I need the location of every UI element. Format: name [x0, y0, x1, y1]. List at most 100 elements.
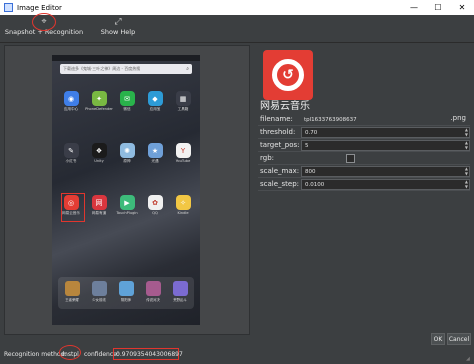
rgb-checkbox[interactable]: [346, 153, 355, 163]
show-help-label: Show Help: [100, 28, 136, 36]
phone-app-icon: ✧ Kindle: [170, 195, 196, 215]
phone-app-label: 光遇: [151, 159, 159, 163]
scale-max-spinbox[interactable]: 800 ▲ ▼: [301, 166, 470, 177]
phone-app-label: Kindle: [177, 211, 189, 215]
phone-status-bar: [52, 55, 200, 61]
maximize-button[interactable]: ☐: [426, 0, 450, 15]
phone-app-tile: ✉: [119, 91, 135, 106]
threshold-stepper[interactable]: ▲ ▼: [465, 127, 468, 137]
target-pos-spinbox[interactable]: 5 ▲ ▼: [301, 140, 470, 151]
phone-app-tile: ✺: [119, 143, 135, 158]
phone-app-icon: ✎ 小红书: [58, 143, 84, 164]
phone-app-icon: ◆ 应用宝: [142, 91, 168, 112]
prop-row-filename: filename: tpl1633763908637 .png: [258, 113, 470, 126]
phone-app-label: 小红书: [65, 159, 77, 163]
phone-dock-tile: [145, 281, 161, 296]
phone-app-tile: ★: [147, 143, 163, 158]
phone-app-icon: 网网易有道: [86, 195, 112, 216]
phone-app-label: QQ: [152, 211, 158, 215]
phone-dock-tile: [172, 281, 188, 296]
scale-max-value: 800: [305, 168, 316, 175]
target-pos-stepper[interactable]: ▲ ▼: [465, 140, 468, 150]
window-title: Image Editor: [17, 3, 62, 12]
toolbar: ⌖ Snapshot + Recognition ⤢ Show Help: [0, 15, 474, 42]
phone-dock-label: 荒野乱斗: [173, 298, 187, 302]
phone-app-label: Unity: [94, 159, 104, 163]
netease-cloud-music-icon: ↺: [272, 59, 304, 91]
phone-dock-tile: [64, 281, 80, 296]
threshold-label: threshold:: [260, 128, 296, 136]
filename-field[interactable]: tpl1633763908637: [301, 114, 470, 125]
phone-dock-label: 王者荣耀: [65, 298, 79, 302]
phone-app-icon: ★ 光遇: [142, 143, 168, 164]
close-button[interactable]: ✕: [450, 0, 474, 15]
phone-app-tile: ▦: [175, 91, 191, 106]
phone-app-label: TouchPlugin: [116, 211, 138, 215]
phone-dock-app: 少女前线: [89, 281, 109, 302]
highlight-ring-method: [59, 345, 81, 360]
recognition-method-label: Recognition method:: [4, 351, 67, 358]
phone-dock-app: 荒野乱斗: [170, 281, 190, 302]
template-preview: ↺: [263, 50, 313, 100]
scale-step-value: 0.0100: [305, 181, 325, 188]
phone-app-tile: ◉: [63, 91, 79, 106]
phone-app-icon: ▦ 工具箱: [170, 91, 196, 112]
phone-app-icon: ✿ QQ: [142, 195, 168, 215]
threshold-spinbox[interactable]: 0.70 ▲ ▼: [301, 127, 470, 138]
rgb-label: rgb:: [260, 154, 274, 162]
phone-app-icon: ◉ 应用中心: [58, 91, 84, 112]
phone-dock-label: 阴阳师: [120, 298, 132, 302]
title-bar: Image Editor — ☐ ✕: [0, 0, 474, 15]
filename-value: tpl1633763908637: [304, 116, 357, 123]
app-icon: [4, 3, 13, 12]
phone-app-label: 原神: [123, 159, 131, 163]
phone-dock-app: 传说对决: [143, 281, 163, 302]
phone-app-label: PhoneDefender: [85, 107, 113, 111]
target-pos-value: 5: [305, 142, 309, 149]
template-app-name: 网易云音乐: [260, 101, 310, 112]
phone-dock-tile: [91, 281, 107, 296]
filename-extension: .png: [450, 114, 466, 122]
filename-label: filename:: [260, 115, 293, 123]
phone-app-tile: ✦: [91, 91, 107, 106]
ok-button[interactable]: OK: [431, 333, 445, 345]
phone-app-tile: ◆: [147, 91, 163, 106]
cancel-button[interactable]: Cancel: [447, 333, 471, 345]
phone-app-label: 工具箱: [177, 107, 189, 111]
phone-dock-app: 王者荣耀: [62, 281, 82, 302]
phone-app-label: 应用中心: [63, 107, 79, 111]
phone-app-label: 网易有道: [91, 211, 107, 215]
phone-app-tile: ✧: [175, 195, 191, 210]
phone-dock-tile: [118, 281, 134, 296]
threshold-value: 0.70: [305, 129, 318, 136]
expand-icon: ⤢: [114, 17, 122, 27]
phone-app-icon: ✦ PhoneDefender: [85, 91, 113, 111]
phone-app-tile: ✿: [147, 195, 163, 210]
minimize-button[interactable]: —: [402, 0, 426, 15]
phone-app-tile: ▶: [119, 195, 135, 210]
phone-app-icon: Y YouTube: [170, 143, 196, 163]
prop-row-scale-max: scale_max: 800 ▲ ▼: [258, 165, 470, 178]
match-highlight-box: [61, 193, 85, 222]
phone-app-icon: ✺ 原神: [114, 143, 140, 164]
scale-step-stepper[interactable]: ▲ ▼: [465, 179, 468, 189]
show-help-button[interactable]: ⤢ Show Help: [96, 15, 140, 42]
toolbar-divider: [0, 42, 474, 43]
search-icon: ⌕: [186, 66, 189, 72]
scale-step-spinbox[interactable]: 0.0100 ▲ ▼: [301, 179, 470, 190]
phone-app-tile: 网: [91, 195, 107, 210]
phone-search-bar: 下载迪多《鬼城·三叶之神》周边 - 百度热搜 ⌕: [60, 64, 192, 74]
scale-max-label: scale_max:: [260, 167, 300, 175]
properties-panel: filename: tpl1633763908637 .png threshol…: [258, 113, 470, 191]
phone-search-text: 下载迪多《鬼城·三叶之神》周边 - 百度热搜: [63, 66, 141, 71]
phone-app-icon: ✉ 微信: [114, 91, 140, 112]
prop-row-target-pos: target_pos: 5 ▲ ▼: [258, 139, 470, 152]
target-pos-label: target_pos:: [260, 141, 300, 149]
phone-app-label: YouTube: [175, 159, 191, 163]
prop-row-threshold: threshold: 0.70 ▲ ▼: [258, 126, 470, 139]
phone-app-icon: ❖ Unity: [86, 143, 112, 163]
phone-dock-label: 少女前线: [92, 298, 106, 302]
scale-max-stepper[interactable]: ▲ ▼: [465, 166, 468, 176]
resize-grip-icon[interactable]: ◢: [466, 356, 472, 362]
phone-screenshot[interactable]: 下载迪多《鬼城·三叶之神》周边 - 百度热搜 ⌕ ◉ 应用中心 ✦ PhoneDefe…: [52, 55, 200, 325]
